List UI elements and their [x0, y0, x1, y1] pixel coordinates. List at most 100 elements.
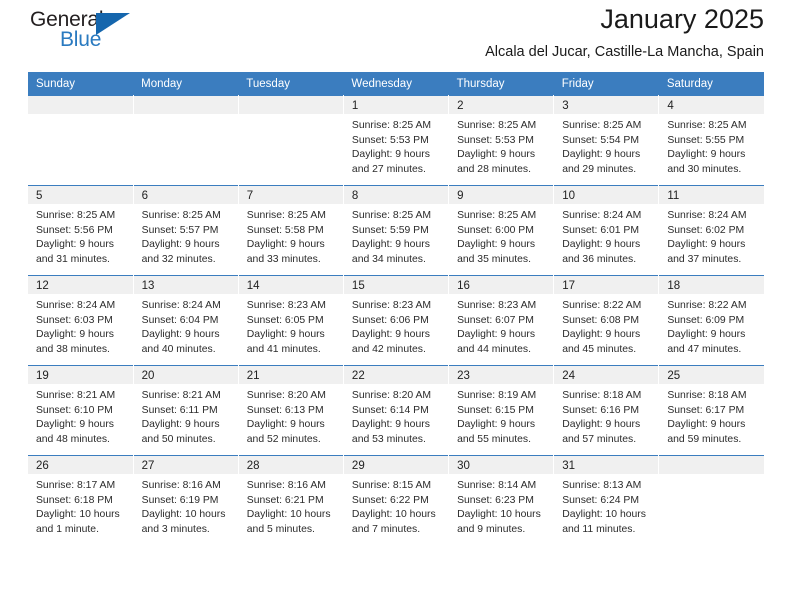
- day-detail-line: Sunrise: 8:25 AM: [457, 210, 537, 221]
- calendar-grid: Sunday Monday Tuesday Wednesday Thursday…: [28, 72, 764, 545]
- calendar-week-row: 5 Sunrise: 8:25 AM Sunset: 5:56 PM Daylight…: [28, 185, 764, 276]
- page-header: General Blue January 2025 Alcala del Juc…: [28, 0, 764, 72]
- day-detail-block: [239, 114, 343, 178]
- day-number: 5: [28, 186, 133, 204]
- calendar-day-cell[interactable]: 3 Sunrise: 8:25 AM Sunset: 5:54 PM Daylight…: [553, 95, 660, 186]
- day-number: [28, 96, 133, 114]
- weekday-header-tuesday: Tuesday: [238, 72, 344, 96]
- day-detail-line: Sunrise: 8:13 AM: [562, 480, 642, 491]
- day-detail-line: Sunset: 5:57 PM: [141, 224, 219, 236]
- day-detail-block: Sunrise: 8:25 AM Sunset: 5:53 PM Daylight:…: [344, 114, 448, 185]
- day-detail-line: Daylight: 9 hours: [246, 329, 325, 340]
- calendar-day-cell[interactable]: 21 Sunrise: 8:20 AM Sunset: 6:13 PM Dayligh…: [238, 365, 344, 456]
- calendar-day-cell[interactable]: 15 Sunrise: 8:23 AM Sunset: 6:06 PM Dayligh…: [343, 275, 450, 366]
- day-detail-line: Sunrise: 8:20 AM: [351, 390, 432, 401]
- day-number: 11: [659, 186, 764, 204]
- calendar-day-cell[interactable]: 6 Sunrise: 8:25 AM Sunset: 5:57 PM Daylight…: [133, 185, 239, 276]
- weekday-header-wednesday: Wednesday: [343, 72, 449, 96]
- day-number: 16: [449, 276, 554, 294]
- day-detail-line: Daylight: 9 hours: [457, 239, 536, 250]
- calendar-page: General Blue January 2025 Alcala del Juc…: [0, 0, 792, 612]
- day-detail-block: Sunrise: 8:24 AM Sunset: 6:04 PM Daylight:…: [134, 294, 238, 365]
- day-detail-line: and 35 minutes.: [457, 253, 531, 265]
- calendar-day-cell[interactable]: 29 Sunrise: 8:15 AM Sunset: 6:22 PM Dayligh…: [343, 455, 450, 545]
- day-detail-line: Daylight: 9 hours: [562, 239, 641, 250]
- day-detail-block: Sunrise: 8:23 AM Sunset: 6:07 PM Daylight:…: [449, 294, 553, 365]
- day-detail-line: Daylight: 9 hours: [457, 329, 536, 340]
- day-number: 27: [133, 456, 238, 474]
- calendar-day-cell[interactable]: 1 Sunrise: 8:25 AM Sunset: 5:53 PM Daylight…: [343, 95, 450, 186]
- day-detail-line: and 53 minutes.: [351, 433, 426, 445]
- day-detail-line: Sunset: 6:21 PM: [246, 494, 324, 506]
- calendar-day-cell[interactable]: 4 Sunrise: 8:25 AM Sunset: 5:55 PM Daylight…: [658, 95, 764, 186]
- day-detail-line: Sunrise: 8:24 AM: [141, 300, 221, 311]
- calendar-day-cell[interactable]: 19 Sunrise: 8:21 AM Sunset: 6:10 PM Dayligh…: [28, 365, 134, 456]
- day-detail-line: Daylight: 10 hours: [246, 509, 331, 520]
- calendar-day-cell[interactable]: 27 Sunrise: 8:16 AM Sunset: 6:19 PM Dayligh…: [133, 455, 239, 545]
- day-number: [238, 96, 343, 114]
- day-detail-line: Sunset: 6:05 PM: [246, 314, 324, 326]
- day-detail-line: and 55 minutes.: [457, 433, 531, 445]
- calendar-day-cell[interactable]: 16 Sunrise: 8:23 AM Sunset: 6:07 PM Dayligh…: [448, 275, 555, 366]
- calendar-day-cell[interactable]: 22 Sunrise: 8:20 AM Sunset: 6:14 PM Dayligh…: [343, 365, 450, 456]
- day-detail-line: Sunrise: 8:25 AM: [562, 120, 642, 131]
- day-detail-line: Sunrise: 8:21 AM: [141, 390, 221, 401]
- day-detail-line: Daylight: 9 hours: [36, 239, 114, 250]
- day-detail-line: and 48 minutes.: [36, 433, 110, 445]
- title-block: January 2025 Alcala del Jucar, Castille-…: [485, 0, 764, 62]
- calendar-day-cell[interactable]: 8 Sunrise: 8:25 AM Sunset: 5:59 PM Daylight…: [343, 185, 450, 276]
- day-number: 20: [133, 366, 238, 384]
- calendar-day-cell[interactable]: 23 Sunrise: 8:19 AM Sunset: 6:15 PM Dayligh…: [448, 365, 555, 456]
- day-detail-block: Sunrise: 8:20 AM Sunset: 6:13 PM Daylight:…: [239, 384, 343, 455]
- calendar-day-cell[interactable]: 14 Sunrise: 8:23 AM Sunset: 6:05 PM Dayligh…: [238, 275, 344, 366]
- day-detail-line: Sunrise: 8:23 AM: [246, 300, 326, 311]
- calendar-day-cell[interactable]: 20 Sunrise: 8:21 AM Sunset: 6:11 PM Dayligh…: [133, 365, 239, 456]
- day-detail-block: Sunrise: 8:20 AM Sunset: 6:14 PM Daylight:…: [344, 384, 448, 455]
- day-detail-line: Sunrise: 8:25 AM: [667, 120, 747, 131]
- calendar-day-cell[interactable]: 24 Sunrise: 8:18 AM Sunset: 6:16 PM Dayligh…: [553, 365, 660, 456]
- calendar-day-cell[interactable]: 26 Sunrise: 8:17 AM Sunset: 6:18 PM Dayligh…: [28, 455, 134, 545]
- day-detail-block: Sunrise: 8:25 AM Sunset: 5:56 PM Daylight:…: [28, 204, 133, 275]
- calendar-day-cell[interactable]: 25 Sunrise: 8:18 AM Sunset: 6:17 PM Dayligh…: [658, 365, 764, 456]
- day-detail-block: [28, 114, 133, 178]
- day-detail-line: Sunrise: 8:16 AM: [246, 480, 326, 491]
- calendar-day-cell[interactable]: 17 Sunrise: 8:22 AM Sunset: 6:08 PM Dayligh…: [553, 275, 660, 366]
- calendar-day-cell[interactable]: 30 Sunrise: 8:14 AM Sunset: 6:23 PM Dayligh…: [448, 455, 555, 545]
- day-detail-line: and 1 minute.: [36, 523, 99, 535]
- calendar-day-cell[interactable]: 9 Sunrise: 8:25 AM Sunset: 6:00 PM Daylight…: [448, 185, 555, 276]
- day-number: [659, 456, 764, 474]
- general-blue-logo[interactable]: General Blue: [28, 8, 148, 60]
- day-detail-line: Sunrise: 8:14 AM: [457, 480, 537, 491]
- weekday-header-monday: Monday: [133, 72, 239, 96]
- day-number: 2: [449, 96, 554, 114]
- day-detail-line: and 36 minutes.: [562, 253, 637, 265]
- calendar-day-cell[interactable]: 13 Sunrise: 8:24 AM Sunset: 6:04 PM Dayligh…: [133, 275, 239, 366]
- day-number: 15: [343, 276, 449, 294]
- day-detail-block: Sunrise: 8:25 AM Sunset: 5:54 PM Daylight:…: [554, 114, 658, 185]
- day-number: 29: [343, 456, 449, 474]
- calendar-day-cell[interactable]: 5 Sunrise: 8:25 AM Sunset: 5:56 PM Daylight…: [28, 185, 134, 276]
- calendar-day-cell[interactable]: 2 Sunrise: 8:25 AM Sunset: 5:53 PM Daylight…: [448, 95, 555, 186]
- page-subtitle: Alcala del Jucar, Castille-La Mancha, Sp…: [485, 44, 764, 60]
- day-number: 8: [343, 186, 449, 204]
- calendar-day-cell[interactable]: 10 Sunrise: 8:24 AM Sunset: 6:01 PM Dayligh…: [553, 185, 660, 276]
- calendar-day-cell[interactable]: 31 Sunrise: 8:13 AM Sunset: 6:24 PM Dayligh…: [553, 455, 660, 545]
- day-detail-block: Sunrise: 8:15 AM Sunset: 6:22 PM Daylight:…: [344, 474, 448, 545]
- day-detail-block: Sunrise: 8:25 AM Sunset: 5:57 PM Daylight:…: [134, 204, 238, 275]
- day-detail-line: Sunrise: 8:25 AM: [457, 120, 537, 131]
- calendar-day-cell[interactable]: 18 Sunrise: 8:22 AM Sunset: 6:09 PM Dayligh…: [658, 275, 764, 366]
- day-detail-line: Daylight: 9 hours: [351, 419, 430, 430]
- day-detail-line: Daylight: 9 hours: [246, 239, 325, 250]
- day-detail-line: Daylight: 9 hours: [667, 329, 746, 340]
- calendar-day-cell[interactable]: 7 Sunrise: 8:25 AM Sunset: 5:58 PM Daylight…: [238, 185, 344, 276]
- day-detail-line: Sunrise: 8:16 AM: [141, 480, 221, 491]
- calendar-day-cell[interactable]: 28 Sunrise: 8:16 AM Sunset: 6:21 PM Dayligh…: [238, 455, 344, 545]
- day-detail-line: and 57 minutes.: [562, 433, 637, 445]
- day-detail-line: Sunset: 6:06 PM: [351, 314, 429, 326]
- day-detail-line: and 42 minutes.: [351, 343, 426, 355]
- day-detail-line: Sunset: 6:03 PM: [36, 314, 113, 326]
- calendar-day-cell[interactable]: 11 Sunrise: 8:24 AM Sunset: 6:02 PM Dayligh…: [658, 185, 764, 276]
- day-detail-line: Daylight: 9 hours: [351, 329, 430, 340]
- day-detail-line: and 28 minutes.: [457, 163, 531, 175]
- calendar-day-cell[interactable]: 12 Sunrise: 8:24 AM Sunset: 6:03 PM Dayligh…: [28, 275, 134, 366]
